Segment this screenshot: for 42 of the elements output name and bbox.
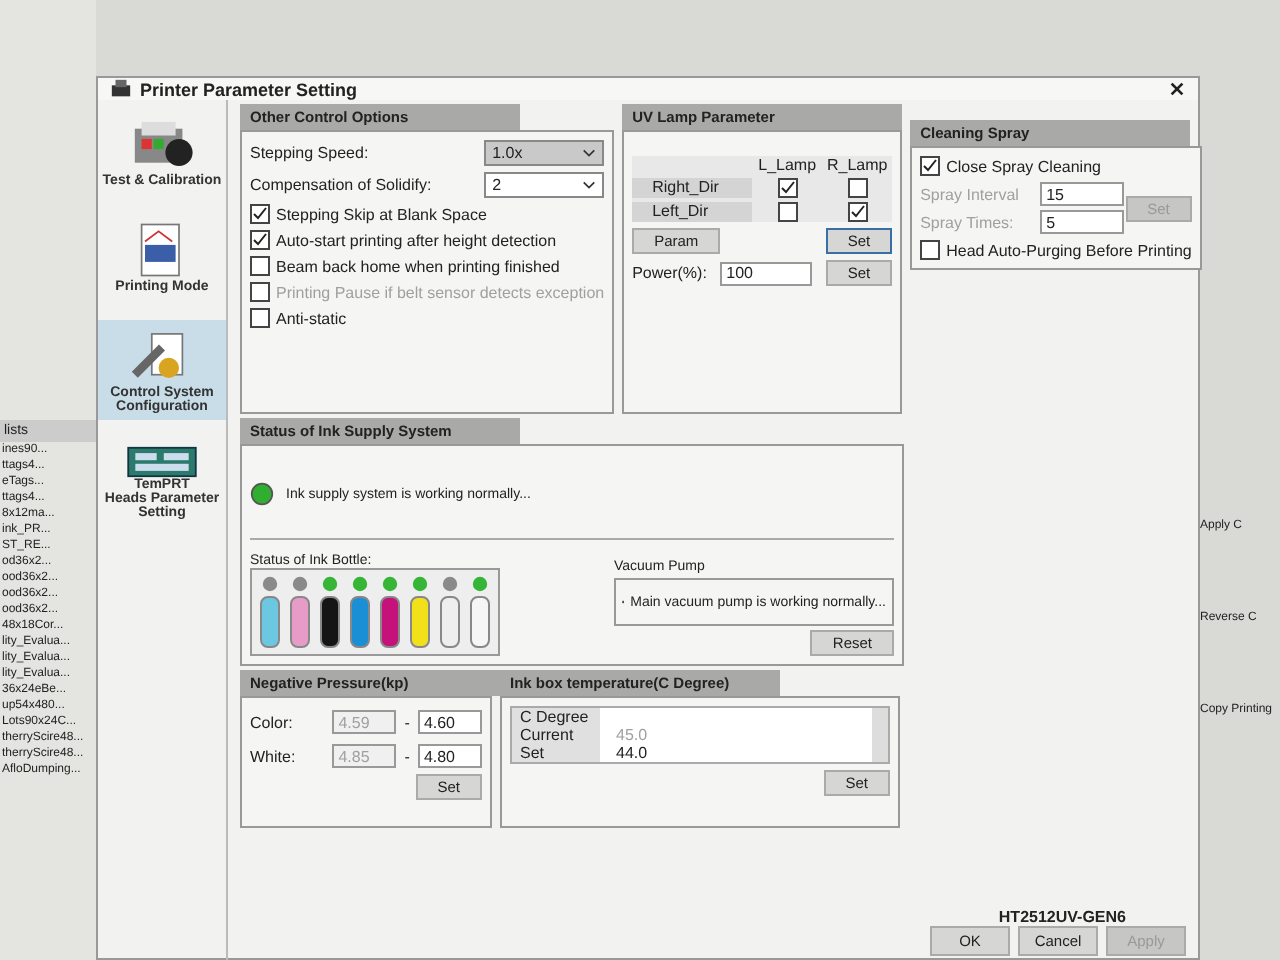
row-label: Current bbox=[512, 726, 600, 744]
field-label: Spray Times: bbox=[920, 213, 1016, 231]
power-field[interactable]: 100 bbox=[720, 261, 813, 285]
reading-field: 4.59 bbox=[332, 710, 397, 734]
temperature-value: 45.0 bbox=[616, 726, 648, 744]
reading-field: 4.85 bbox=[332, 744, 397, 768]
checkbox[interactable] bbox=[847, 178, 868, 198]
checkbox[interactable] bbox=[777, 178, 798, 198]
close-icon[interactable] bbox=[1168, 80, 1186, 98]
temperature-value: 44.0 bbox=[616, 744, 648, 762]
field-label: Power(%): bbox=[632, 264, 707, 282]
row-header: Left_Dir bbox=[632, 202, 753, 222]
caret-icon bbox=[582, 148, 597, 158]
text-field[interactable]: 4.60 bbox=[417, 710, 482, 734]
printer-icon bbox=[110, 78, 132, 100]
row-header: Right_Dir bbox=[632, 178, 753, 198]
column-header: R_Lamp bbox=[824, 156, 890, 174]
field-label: Stepping Speed: bbox=[250, 144, 369, 162]
column-header: L_Lamp bbox=[756, 156, 819, 174]
separator-text: - bbox=[404, 747, 410, 765]
checkmark-icon bbox=[779, 180, 796, 196]
field-label: White: bbox=[250, 747, 298, 765]
field-label: Spray Interval bbox=[920, 185, 1021, 203]
list-header: C Degree bbox=[512, 708, 600, 726]
checkbox[interactable] bbox=[777, 202, 798, 222]
checkmark-icon bbox=[922, 158, 939, 174]
dropdown[interactable]: 2 bbox=[484, 172, 605, 198]
scrollbar[interactable] bbox=[872, 708, 888, 762]
checkbox-option[interactable]: Anti-static bbox=[250, 308, 605, 328]
checkmark-icon bbox=[849, 204, 866, 220]
field-label: Compensation of Solidify: bbox=[250, 176, 432, 194]
checkbox[interactable] bbox=[847, 202, 868, 222]
text-field[interactable]: 4.80 bbox=[417, 744, 482, 768]
checkbox-option[interactable]: Stepping Skip at Blank Space bbox=[250, 204, 605, 224]
separator-text: - bbox=[404, 713, 410, 731]
model-name: HT2512UV-GEN6 bbox=[998, 908, 1126, 926]
window-title: Printer Parameter Setting bbox=[140, 79, 360, 99]
row-label: Set bbox=[512, 744, 600, 762]
checkbox-option[interactable]: Beam back home when printing finished bbox=[250, 256, 605, 276]
caret-icon bbox=[582, 180, 597, 190]
field-label: Color: bbox=[250, 713, 295, 731]
checkbox-option[interactable]: Auto-start printing after height detection bbox=[250, 230, 605, 250]
